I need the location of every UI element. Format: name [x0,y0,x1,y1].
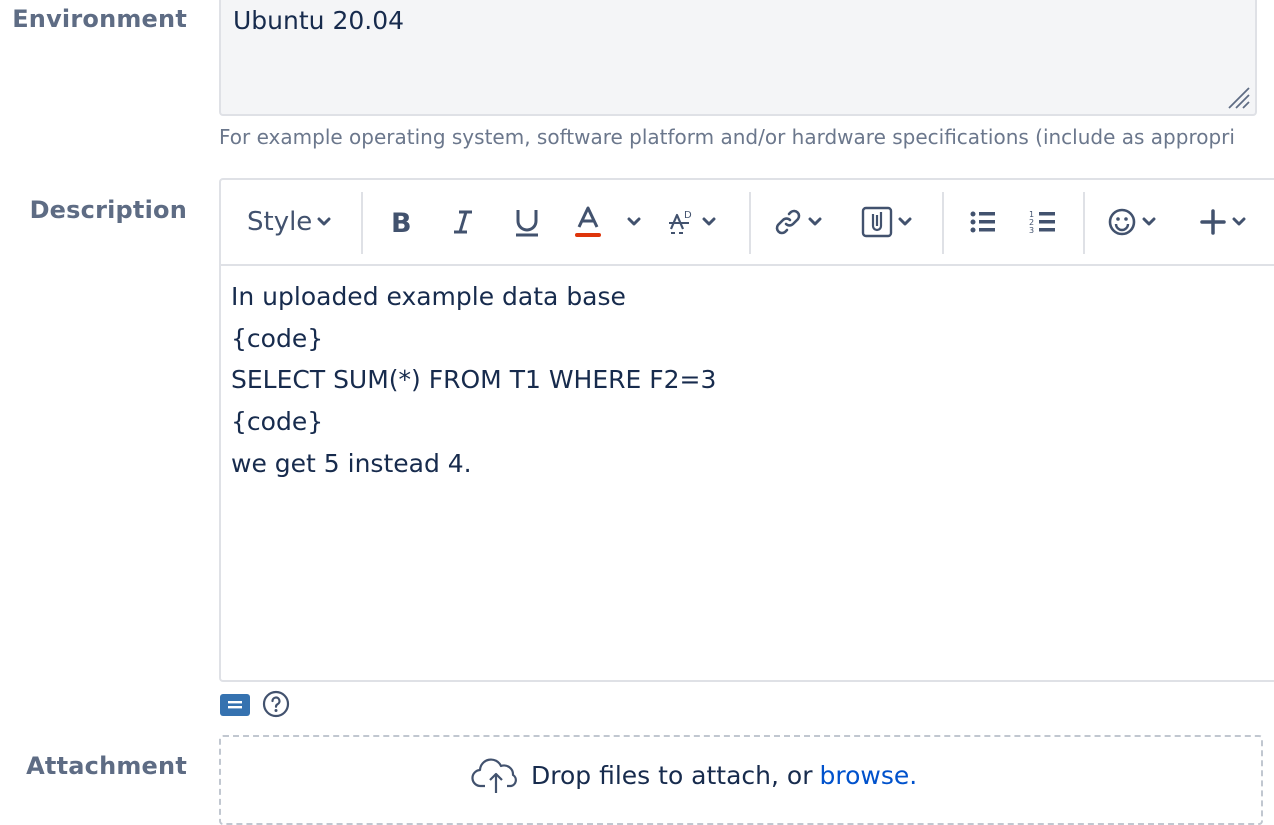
editor-line: we get 5 instead 4. [231,448,472,478]
environment-help-text: For example operating system, software p… [219,125,1235,149]
chevron-down-icon [898,217,912,226]
text-color-dropdown[interactable] [627,198,641,246]
text-color-icon [575,206,601,237]
attachment-dropzone[interactable]: Drop files to attach, or browse. [219,735,1263,825]
help-icon[interactable] [262,690,290,718]
style-label: Style [247,207,313,237]
resize-handle-icon[interactable] [1225,84,1251,110]
toolbar-divider [361,192,363,254]
emoji-icon [1108,208,1136,236]
text-mode-icon [228,701,242,709]
chevron-down-icon [1142,217,1156,226]
toolbar-divider [749,192,751,254]
editor-content[interactable]: In uploaded example data base {code} SEL… [231,276,716,485]
chevron-down-icon [702,217,716,226]
numbered-list-button[interactable]: 1 2 3 [1029,198,1057,246]
bullet-list-icon [970,211,995,233]
editor-line: SELECT SUM(*) FROM T1 WHERE F2=3 [231,365,717,395]
browse-link[interactable]: browse. [819,761,917,790]
more-formatting-dropdown[interactable]: D [667,198,716,246]
toolbar-divider [942,192,944,254]
drop-files-text: Drop files to attach, or [531,760,813,790]
svg-text:B: B [391,208,412,236]
bullet-list-button[interactable] [969,198,997,246]
editor-line: In uploaded example data base [231,282,626,311]
chevron-down-icon [1232,217,1246,226]
chevron-down-icon [808,217,822,226]
underline-icon [516,210,538,237]
style-dropdown[interactable]: Style [247,198,331,246]
environment-textarea[interactable]: Ubuntu 20.04 [219,0,1257,116]
italic-icon [454,210,472,234]
italic-button[interactable] [451,198,475,246]
text-color-button[interactable] [573,198,603,246]
attachment-icon [861,206,893,238]
text-formatting-icon: D [669,210,692,234]
bold-icon: B [391,208,412,236]
description-label: Description [29,196,187,224]
editor-toolbar: Style B D 1 2 3 [221,180,1274,266]
link-icon [775,209,801,235]
attachment-label: Attachment [26,752,187,780]
insert-more-dropdown[interactable] [1199,198,1246,246]
plus-icon [1200,209,1226,235]
attachment-dropdown[interactable] [861,198,912,246]
text-mode-button[interactable] [220,694,250,716]
chevron-down-icon [627,217,641,226]
bold-button[interactable]: B [389,198,415,246]
numbered-list-icon: 1 2 3 [1029,210,1055,235]
chevron-down-icon [317,217,331,226]
cloud-upload-icon [471,758,517,793]
editor-line: {code} [231,323,324,353]
underline-button[interactable] [513,198,541,246]
emoji-dropdown[interactable] [1107,198,1156,246]
svg-text:D: D [684,210,692,221]
description-editor[interactable]: Style B D 1 2 3 In uploaded example data… [219,178,1274,682]
environment-value[interactable]: Ubuntu 20.04 [233,6,404,35]
environment-label: Environment [12,5,187,33]
toolbar-divider [1083,192,1085,254]
dropzone-content: Drop files to attach, or browse. [471,755,917,795]
link-dropdown[interactable] [773,198,822,246]
svg-text:3: 3 [1029,226,1034,235]
editor-line: {code} [231,407,324,437]
